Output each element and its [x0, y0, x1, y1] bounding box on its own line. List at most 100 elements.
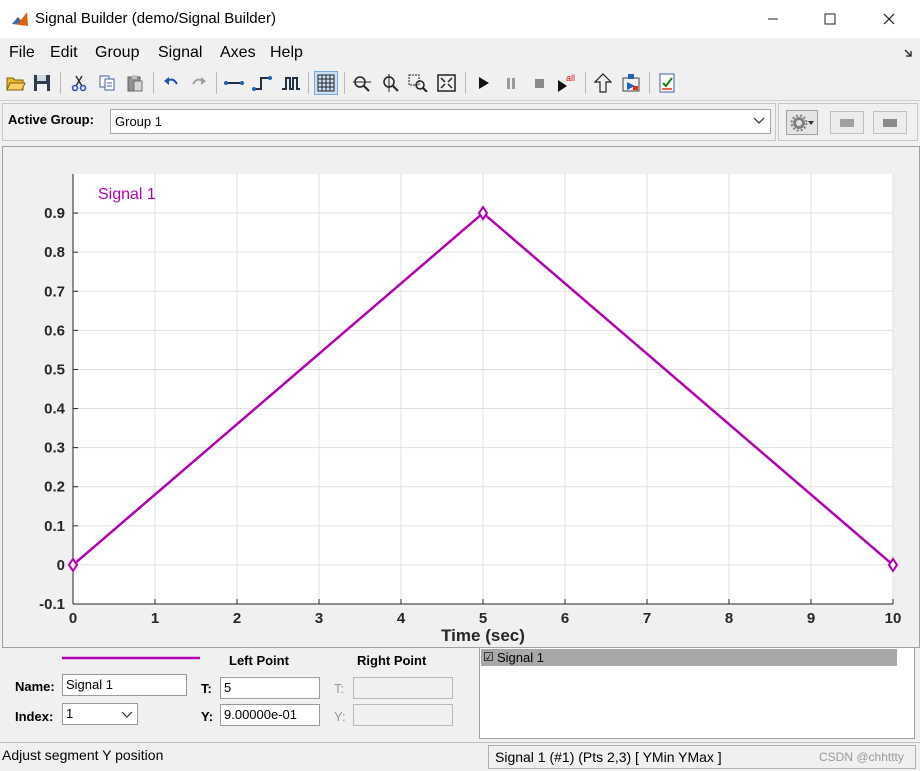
floppy-disk-icon	[34, 75, 50, 91]
toolbar-separator	[60, 72, 61, 94]
zoom-x-icon	[353, 76, 371, 92]
left-point-y-field[interactable]: 9.00000e-01	[220, 704, 320, 726]
watermark: CSDN @chhttty	[819, 750, 904, 764]
name-label: Name:	[15, 679, 55, 694]
zoom-x-button[interactable]	[350, 71, 374, 95]
maximize-icon	[824, 13, 836, 25]
menu-axes[interactable]: Axes	[220, 44, 256, 62]
simulink-model-button[interactable]	[619, 71, 643, 95]
settings-button[interactable]	[786, 110, 818, 135]
zoom-xy-button[interactable]	[406, 71, 430, 95]
y-tick-label: 0.5	[44, 361, 65, 378]
right-y-label: Y:	[334, 709, 346, 724]
y-tick-label: 0.4	[44, 401, 66, 418]
menu-signal[interactable]: Signal	[158, 44, 202, 62]
maximize-button[interactable]	[807, 0, 853, 38]
pause-simulation-button[interactable]	[499, 71, 523, 95]
x-tick-label: 6	[561, 610, 569, 627]
list-item[interactable]: ☑ Signal 1	[481, 649, 897, 666]
group-tab-icon	[883, 118, 897, 127]
left-y-label: Y:	[201, 709, 214, 724]
run-all-button[interactable]: all	[555, 71, 579, 95]
right-t-label: T:	[334, 681, 345, 696]
title-bar: Signal Builder (demo/Signal Builder)	[0, 0, 920, 38]
step-signal-button[interactable]	[250, 71, 274, 95]
pulse-signal-icon	[282, 77, 300, 90]
close-button[interactable]	[866, 0, 912, 38]
next-group-button[interactable]	[873, 111, 907, 134]
menu-edit[interactable]: Edit	[50, 44, 78, 62]
matlab-icon	[12, 12, 28, 26]
gear-icon	[790, 114, 814, 131]
signal-name-field[interactable]: Signal 1	[62, 674, 187, 696]
fit-to-view-icon	[437, 74, 456, 92]
grid-toggle-button[interactable]	[314, 71, 338, 95]
left-t-label: T:	[201, 681, 212, 696]
signal-chart[interactable]: 0 1 2 3 4 5 6 7 8 9 10-0.100.10.20.30.40.50.60.70.…	[3, 147, 919, 647]
x-tick-label: 7	[643, 610, 651, 627]
previous-group-button[interactable]	[830, 111, 864, 134]
x-tick-label: 9	[807, 610, 815, 627]
show-block-button[interactable]	[591, 71, 615, 95]
signal-list[interactable]: ☑ Signal 1	[479, 647, 915, 739]
active-group-label: Active Group:	[8, 112, 94, 127]
menu-file[interactable]: File	[9, 44, 35, 62]
save-button[interactable]	[30, 71, 54, 95]
signal-name-label: Signal 1	[98, 186, 156, 203]
toolbar: all	[0, 66, 920, 101]
simulink-icon	[622, 74, 640, 92]
menu-bar: File Edit Group Signal Axes Help	[0, 38, 920, 66]
menu-help[interactable]: Help	[270, 44, 303, 62]
constant-signal-button[interactable]	[222, 71, 246, 95]
paste-button[interactable]	[123, 71, 147, 95]
zoom-y-button[interactable]	[378, 71, 402, 95]
right-point-header: Right Point	[357, 653, 427, 668]
menu-group[interactable]: Group	[95, 44, 139, 62]
toolbar-separator	[344, 72, 345, 94]
toolbar-separator	[465, 72, 466, 94]
signal-legend-line	[62, 656, 200, 660]
copy-icon	[99, 75, 115, 91]
verification-button[interactable]	[655, 71, 679, 95]
left-point-t-field[interactable]: 5	[220, 677, 320, 699]
scissors-icon	[71, 75, 87, 92]
start-simulation-button[interactable]	[471, 71, 495, 95]
y-tick-label: 0.3	[44, 440, 65, 457]
run-all-icon: all	[558, 73, 575, 92]
left-point-header: Left Point	[229, 653, 289, 668]
active-group-value: Group 1	[115, 114, 162, 129]
undo-button[interactable]	[159, 71, 183, 95]
status-signal-info-panel: Signal 1 (#1) (Pts 2,3) [ YMin YMax ] CS…	[488, 745, 916, 769]
x-axis-label: Time (sec)	[441, 626, 525, 645]
redo-button[interactable]	[187, 71, 211, 95]
open-button[interactable]	[4, 71, 28, 95]
svg-text:all: all	[566, 73, 575, 83]
signal-list-item-label: Signal 1	[497, 650, 544, 665]
active-group-dropdown[interactable]: Group 1	[110, 109, 771, 134]
y-tick-label: 0.7	[44, 283, 65, 300]
minimize-button[interactable]	[750, 0, 796, 38]
zoom-y-icon	[383, 74, 399, 92]
signal-index-dropdown[interactable]: 1	[62, 703, 138, 725]
stop-icon	[535, 79, 544, 88]
stop-simulation-button[interactable]	[527, 71, 551, 95]
chevron-down-icon	[121, 711, 133, 718]
index-label: Index:	[15, 709, 54, 724]
cut-button[interactable]	[67, 71, 91, 95]
y-tick-label: -0.1	[39, 596, 65, 613]
x-tick-label: 10	[885, 610, 902, 627]
minimize-icon	[768, 18, 778, 20]
undo-icon	[164, 77, 178, 85]
group-tab-icon	[840, 118, 854, 127]
close-icon	[883, 13, 895, 25]
copy-button[interactable]	[95, 71, 119, 95]
checklist-icon	[659, 73, 675, 93]
dock-arrow-icon[interactable]	[903, 48, 913, 58]
constant-signal-icon	[224, 81, 244, 85]
toolbar-separator	[585, 72, 586, 94]
signal-checkbox[interactable]: ☑	[483, 650, 494, 664]
pulse-signal-button[interactable]	[279, 71, 303, 95]
chevron-down-icon	[753, 117, 765, 124]
fit-to-view-button[interactable]	[435, 71, 459, 95]
x-tick-label: 3	[315, 610, 323, 627]
